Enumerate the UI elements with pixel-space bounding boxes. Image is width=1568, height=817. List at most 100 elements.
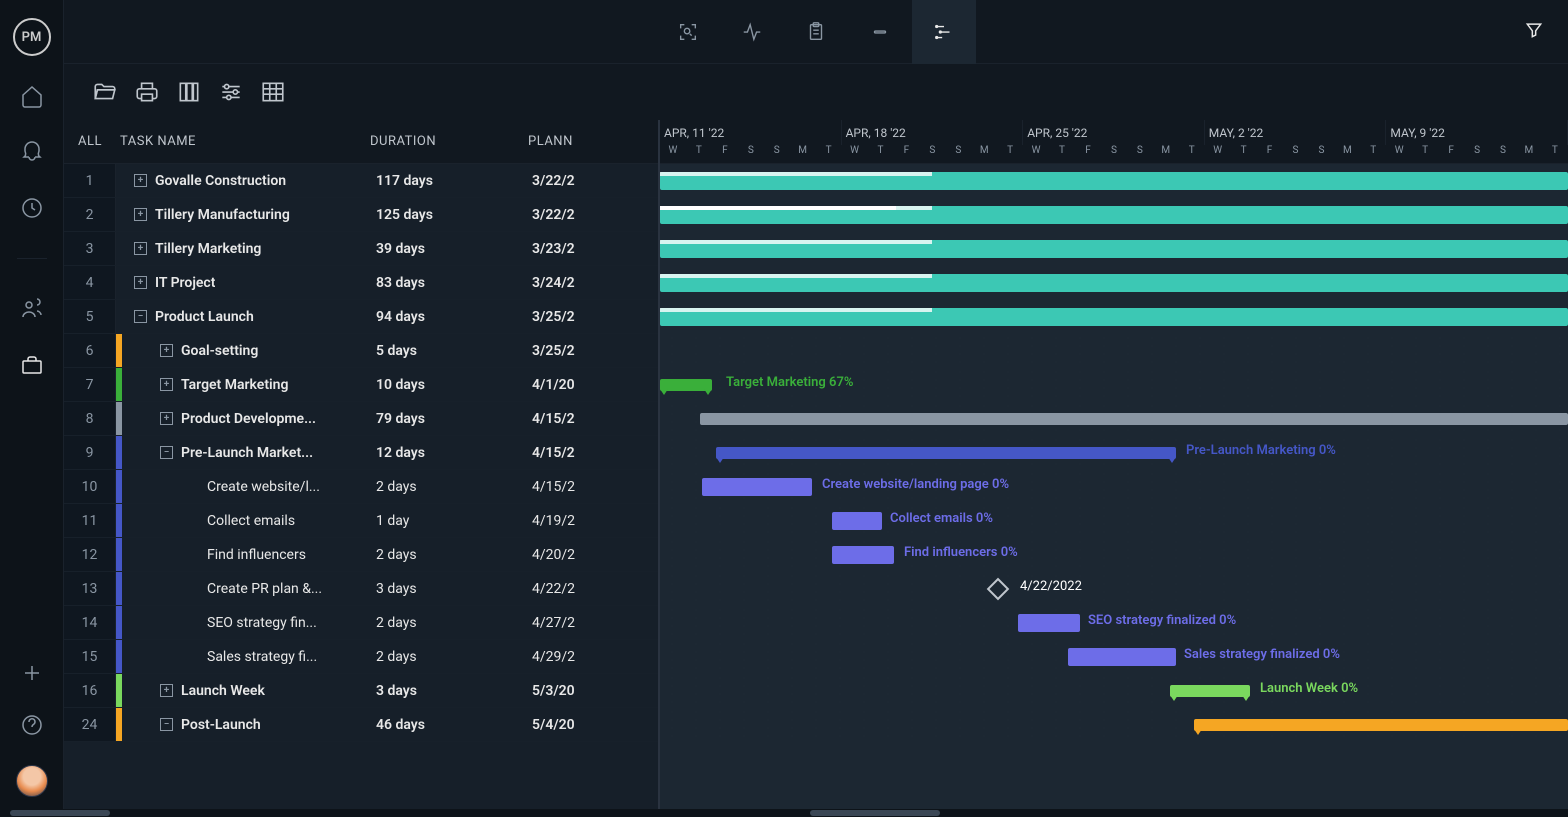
task-row[interactable]: 15 Sales strategy fi... 2 days 4/29/2	[64, 640, 658, 674]
timeline-day: S	[1464, 145, 1490, 163]
task-planned-start: 3/25/2	[532, 343, 658, 359]
task-row[interactable]: 9 − Pre-Launch Market... 12 days 4/15/2	[64, 436, 658, 470]
timeline-week: APR, 11 '22	[660, 120, 842, 145]
timeline-day: T	[816, 145, 842, 163]
zoom-scan-icon[interactable]	[656, 0, 720, 64]
column-task-name[interactable]: TASK NAME	[116, 134, 370, 149]
expand-toggle-icon[interactable]: +	[134, 174, 147, 187]
gantt-bar[interactable]	[1068, 648, 1176, 666]
gantt-horizontal-scrollbar[interactable]	[660, 809, 1568, 817]
column-all[interactable]: ALL	[64, 134, 116, 149]
gantt-bar[interactable]	[660, 206, 1568, 224]
expand-toggle-icon[interactable]: +	[160, 344, 173, 357]
briefcase-icon[interactable]	[20, 353, 44, 377]
task-duration: 10 days	[376, 377, 532, 393]
help-icon[interactable]	[20, 713, 44, 737]
task-row[interactable]: 14 SEO strategy fin... 2 days 4/27/2	[64, 606, 658, 640]
gantt-bar[interactable]	[660, 308, 1568, 326]
clock-icon[interactable]	[20, 196, 44, 220]
sliders-icon[interactable]	[218, 79, 244, 105]
timeline-day: T	[1049, 145, 1075, 163]
row-number: 16	[64, 674, 116, 707]
task-row[interactable]: 16 + Launch Week 3 days 5/3/20	[64, 674, 658, 708]
column-planned[interactable]: PLANN	[526, 134, 658, 149]
app-logo[interactable]: PM	[13, 18, 51, 56]
link-icon[interactable]	[848, 0, 912, 64]
folder-open-icon[interactable]	[92, 79, 118, 105]
gantt-bar[interactable]	[660, 274, 1568, 292]
gantt-bar[interactable]	[660, 379, 712, 391]
expand-toggle-icon[interactable]: +	[134, 242, 147, 255]
expand-toggle-icon[interactable]: +	[160, 412, 173, 425]
task-name: IT Project	[155, 275, 215, 291]
task-row[interactable]: 4 + IT Project 83 days 3/24/2	[64, 266, 658, 300]
timeline-day: T	[1360, 145, 1386, 163]
task-row[interactable]: 5 − Product Launch 94 days 3/25/2	[64, 300, 658, 334]
plus-icon[interactable]	[20, 661, 44, 685]
task-row[interactable]: 8 + Product Developme... 79 days 4/15/2	[64, 402, 658, 436]
home-icon[interactable]	[20, 84, 44, 108]
gantt-body[interactable]: Target Marketing 67% Pre-Launch Marketin…	[660, 164, 1568, 742]
print-icon[interactable]	[134, 79, 160, 105]
gantt-view-icon[interactable]	[912, 0, 976, 64]
bell-icon[interactable]	[20, 140, 44, 164]
timeline-week: MAY, 9 '22	[1386, 120, 1568, 145]
gantt-summary-bar[interactable]	[1194, 719, 1568, 731]
expand-toggle-icon[interactable]: −	[160, 718, 173, 731]
task-planned-start: 5/3/20	[532, 683, 658, 699]
timeline-day: S	[919, 145, 945, 163]
gantt-bar[interactable]	[660, 240, 1568, 258]
row-number: 11	[64, 504, 116, 537]
user-avatar[interactable]	[16, 765, 48, 797]
gantt-bar[interactable]	[1018, 614, 1080, 632]
grid-table-icon[interactable]	[260, 79, 286, 105]
expand-toggle-icon[interactable]: +	[160, 684, 173, 697]
task-row[interactable]: 24 − Post-Launch 46 days 5/4/20	[64, 708, 658, 742]
task-row[interactable]: 11 Collect emails 1 day 4/19/2	[64, 504, 658, 538]
task-row[interactable]: 12 Find influencers 2 days 4/20/2	[64, 538, 658, 572]
column-duration[interactable]: DURATION	[370, 134, 526, 149]
expand-toggle-icon[interactable]: +	[134, 276, 147, 289]
task-row[interactable]: 6 + Goal-setting 5 days 3/25/2	[64, 334, 658, 368]
gantt-summary-bar[interactable]	[1170, 685, 1250, 697]
row-number: 6	[64, 334, 116, 367]
timeline-day: S	[1308, 145, 1334, 163]
gantt-chart[interactable]: APR, 11 '22APR, 18 '22APR, 25 '22MAY, 2 …	[660, 120, 1568, 817]
task-name: Post-Launch	[181, 717, 261, 733]
filter-icon[interactable]	[1524, 20, 1544, 44]
task-planned-start: 4/1/20	[532, 377, 658, 393]
expand-toggle-icon[interactable]: +	[160, 378, 173, 391]
expand-toggle-icon[interactable]: +	[134, 208, 147, 221]
timeline-day: M	[971, 145, 997, 163]
grid-header: ALL TASK NAME DURATION PLANN	[64, 120, 658, 164]
task-duration: 94 days	[376, 309, 532, 325]
gantt-milestone[interactable]	[987, 578, 1010, 601]
task-row[interactable]: 7 + Target Marketing 10 days 4/1/20	[64, 368, 658, 402]
timeline-day: T	[868, 145, 894, 163]
expand-toggle-icon[interactable]: −	[134, 310, 147, 323]
row-number: 9	[64, 436, 116, 469]
expand-toggle-icon[interactable]: −	[160, 446, 173, 459]
timeline-day: S	[945, 145, 971, 163]
timeline-day: F	[893, 145, 919, 163]
task-row[interactable]: 2 + Tillery Manufacturing 125 days 3/22/…	[64, 198, 658, 232]
gantt-bar[interactable]	[832, 546, 894, 564]
row-number: 4	[64, 266, 116, 299]
task-duration: 79 days	[376, 411, 532, 427]
task-planned-start: 4/29/2	[532, 649, 658, 665]
task-row[interactable]: 13 Create PR plan &... 3 days 4/22/2	[64, 572, 658, 606]
clipboard-icon[interactable]	[784, 0, 848, 64]
people-icon[interactable]	[20, 297, 44, 321]
columns-icon[interactable]	[176, 79, 202, 105]
task-row[interactable]: 10 Create website/l... 2 days 4/15/2	[64, 470, 658, 504]
task-row[interactable]: 3 + Tillery Marketing 39 days 3/23/2	[64, 232, 658, 266]
gantt-bar[interactable]	[832, 512, 882, 530]
activity-icon[interactable]	[720, 0, 784, 64]
gantt-bar[interactable]	[700, 413, 1568, 425]
gantt-bar[interactable]	[702, 478, 812, 496]
task-row[interactable]: 1 + Govalle Construction 117 days 3/22/2	[64, 164, 658, 198]
gantt-bar[interactable]	[660, 172, 1568, 190]
gantt-summary-bar[interactable]	[716, 447, 1176, 459]
timeline-day: F	[712, 145, 738, 163]
timeline-day: F	[1257, 145, 1283, 163]
